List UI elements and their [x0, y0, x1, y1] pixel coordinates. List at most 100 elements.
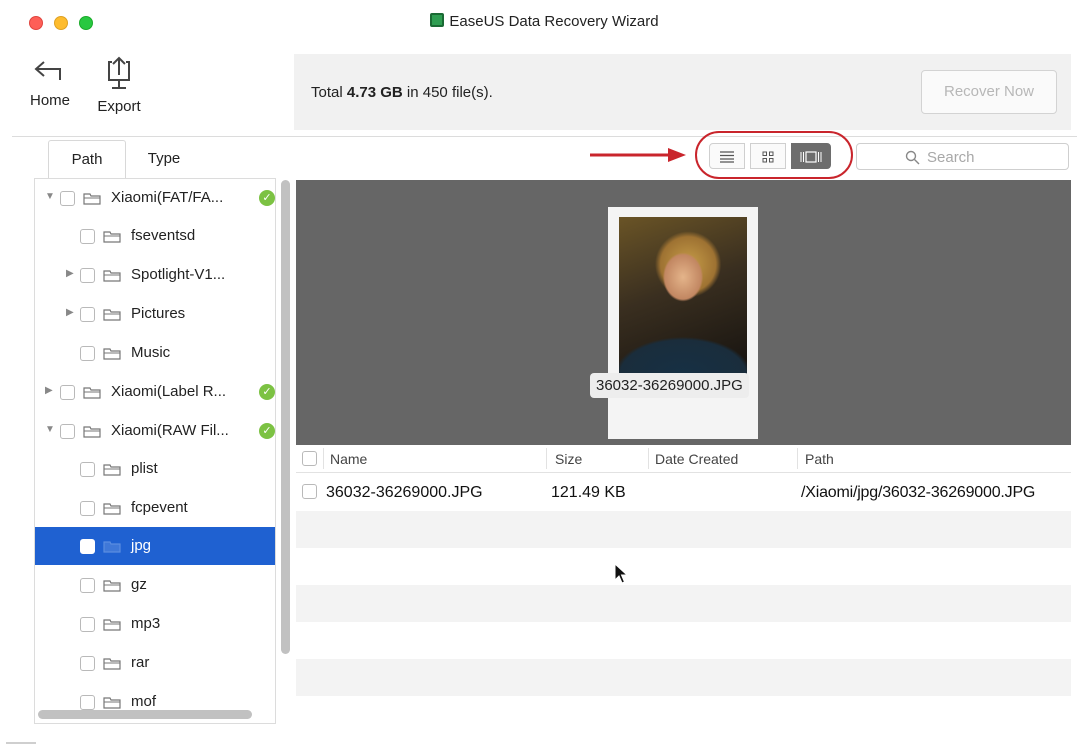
tree-item-spotlight[interactable]: ▶ Spotlight-V1... — [35, 256, 275, 294]
tree-item-checkbox[interactable] — [80, 346, 95, 361]
select-all-checkbox[interactable] — [302, 451, 317, 466]
table-row[interactable]: 36032-36269000.JPG 121.49 KB /Xiaomi/jpg… — [296, 474, 1071, 511]
summary-bar: Total 4.73 GB in 450 file(s). Recover No… — [294, 54, 1071, 130]
file-path: /Xiaomi/jpg/36032-36269000.JPG — [801, 484, 1036, 501]
tree-item-checkbox[interactable] — [80, 462, 95, 477]
folder-icon — [83, 193, 101, 205]
disclosure-collapsed-icon[interactable]: ▶ — [66, 268, 78, 280]
tree-item-checkbox[interactable] — [80, 695, 95, 710]
scan-summary: Total 4.73 GB in 450 file(s). — [311, 84, 493, 101]
cover-flow-icon — [800, 151, 822, 163]
empty-row — [296, 585, 1071, 622]
export-label: Export — [97, 98, 141, 115]
app-window: EaseUS Data Recovery Wizard Home Export … — [0, 0, 1089, 749]
mouse-pointer-icon — [614, 563, 628, 584]
column-divider — [546, 448, 547, 469]
tree-item-plist[interactable]: plist — [35, 450, 275, 488]
tree-item-jpg[interactable]: jpg — [35, 527, 275, 565]
verified-check-icon: ✓ — [259, 384, 275, 400]
annotation-arrow-icon — [590, 148, 686, 162]
column-divider — [648, 448, 649, 469]
folder-icon — [103, 309, 121, 321]
tree-item-checkbox[interactable] — [80, 539, 95, 554]
disclosure-collapsed-icon[interactable]: ▶ — [66, 307, 78, 319]
tree-item-xiaomi-label[interactable]: ▶ Xiaomi(Label R... ✓ — [35, 373, 275, 411]
folder-icon — [83, 426, 101, 438]
app-icon — [430, 13, 445, 27]
tab-path[interactable]: Path — [48, 140, 126, 178]
disclosure-collapsed-icon[interactable]: ▶ — [45, 385, 57, 397]
grid-view-icon — [762, 151, 774, 163]
tree-item-xiaomi-fat[interactable]: ▼ Xiaomi(FAT/FA... ✓ — [35, 179, 275, 217]
column-header-name[interactable]: Name — [330, 451, 367, 467]
column-header-size[interactable]: Size — [555, 451, 582, 467]
file-list: 36032-36269000.JPG 121.49 KB /Xiaomi/jpg… — [296, 474, 1071, 724]
list-view-icon — [720, 151, 734, 163]
list-view-button[interactable] — [709, 143, 745, 169]
tree-item-checkbox[interactable] — [60, 385, 75, 400]
tree-item-pictures[interactable]: ▶ Pictures — [35, 295, 275, 333]
folder-icon — [83, 387, 101, 399]
verified-check-icon: ✓ — [259, 423, 275, 439]
window-edge-mark — [6, 742, 36, 744]
tree-item-checkbox[interactable] — [80, 617, 95, 632]
tree-item-checkbox[interactable] — [80, 307, 95, 322]
tree-item-fseventsd[interactable]: fseventsd — [35, 217, 275, 255]
folder-icon — [103, 541, 121, 553]
tree-vertical-scrollbar[interactable] — [281, 180, 290, 654]
export-icon — [108, 56, 130, 89]
empty-row — [296, 659, 1071, 696]
empty-row — [296, 548, 1071, 585]
column-header-path[interactable]: Path — [805, 451, 834, 467]
search-input[interactable] — [927, 148, 1057, 166]
column-divider — [323, 448, 324, 469]
tree-item-xiaomi-raw[interactable]: ▼ Xiaomi(RAW Fil... ✓ — [35, 412, 275, 450]
tree-horizontal-scrollbar[interactable] — [38, 710, 252, 719]
disclosure-expanded-icon[interactable]: ▼ — [45, 424, 57, 436]
window-title: EaseUS Data Recovery Wizard — [0, 13, 1089, 30]
folder-icon — [103, 231, 121, 243]
empty-row — [296, 622, 1071, 659]
tree-item-music[interactable]: Music — [35, 334, 275, 372]
preview-thumbnail — [619, 217, 747, 375]
preview-caption: 36032-36269000.JPG — [590, 373, 749, 398]
title-bar: EaseUS Data Recovery Wizard — [0, 0, 1089, 46]
export-button[interactable]: Export — [90, 56, 148, 115]
search-icon — [905, 150, 920, 165]
tree-item-checkbox[interactable] — [60, 424, 75, 439]
disclosure-expanded-icon[interactable]: ▼ — [45, 191, 57, 203]
file-name: 36032-36269000.JPG — [326, 484, 483, 501]
search-field[interactable] — [856, 143, 1069, 170]
file-size: 121.49 KB — [551, 484, 626, 501]
row-checkbox[interactable] — [302, 484, 317, 499]
folder-icon — [103, 270, 121, 282]
tree-item-checkbox[interactable] — [60, 191, 75, 206]
tree-item-checkbox[interactable] — [80, 578, 95, 593]
verified-check-icon: ✓ — [259, 190, 275, 206]
home-label: Home — [29, 92, 70, 109]
recover-now-button[interactable]: Recover Now — [921, 70, 1057, 114]
tree-item-fcpevent[interactable]: fcpevent — [35, 489, 275, 527]
tab-type[interactable]: Type — [128, 140, 200, 178]
empty-row — [296, 511, 1071, 548]
cover-flow-preview: 36032-36269000.JPG — [296, 180, 1071, 445]
tree-item-mp3[interactable]: mp3 — [35, 605, 275, 643]
tree-item-checkbox[interactable] — [80, 656, 95, 671]
cover-flow-view-button[interactable] — [791, 143, 831, 169]
tree-item-checkbox[interactable] — [80, 501, 95, 516]
back-arrow-icon — [34, 61, 61, 80]
grid-view-button[interactable] — [750, 143, 786, 169]
tree-item-checkbox[interactable] — [80, 268, 95, 283]
tree-item-rar[interactable]: rar — [35, 644, 275, 682]
folder-icon — [103, 697, 121, 709]
column-header-date-created[interactable]: Date Created — [655, 451, 738, 467]
folder-icon — [103, 503, 121, 515]
preview-card[interactable] — [608, 207, 758, 439]
file-list-header: Name Size Date Created Path — [296, 445, 1071, 473]
folder-icon — [103, 619, 121, 631]
home-button[interactable]: Home — [22, 56, 78, 109]
tree-item-gz[interactable]: gz — [35, 566, 275, 604]
toolbar-divider — [12, 136, 1077, 137]
tree-item-checkbox[interactable] — [80, 229, 95, 244]
folder-icon — [103, 464, 121, 476]
